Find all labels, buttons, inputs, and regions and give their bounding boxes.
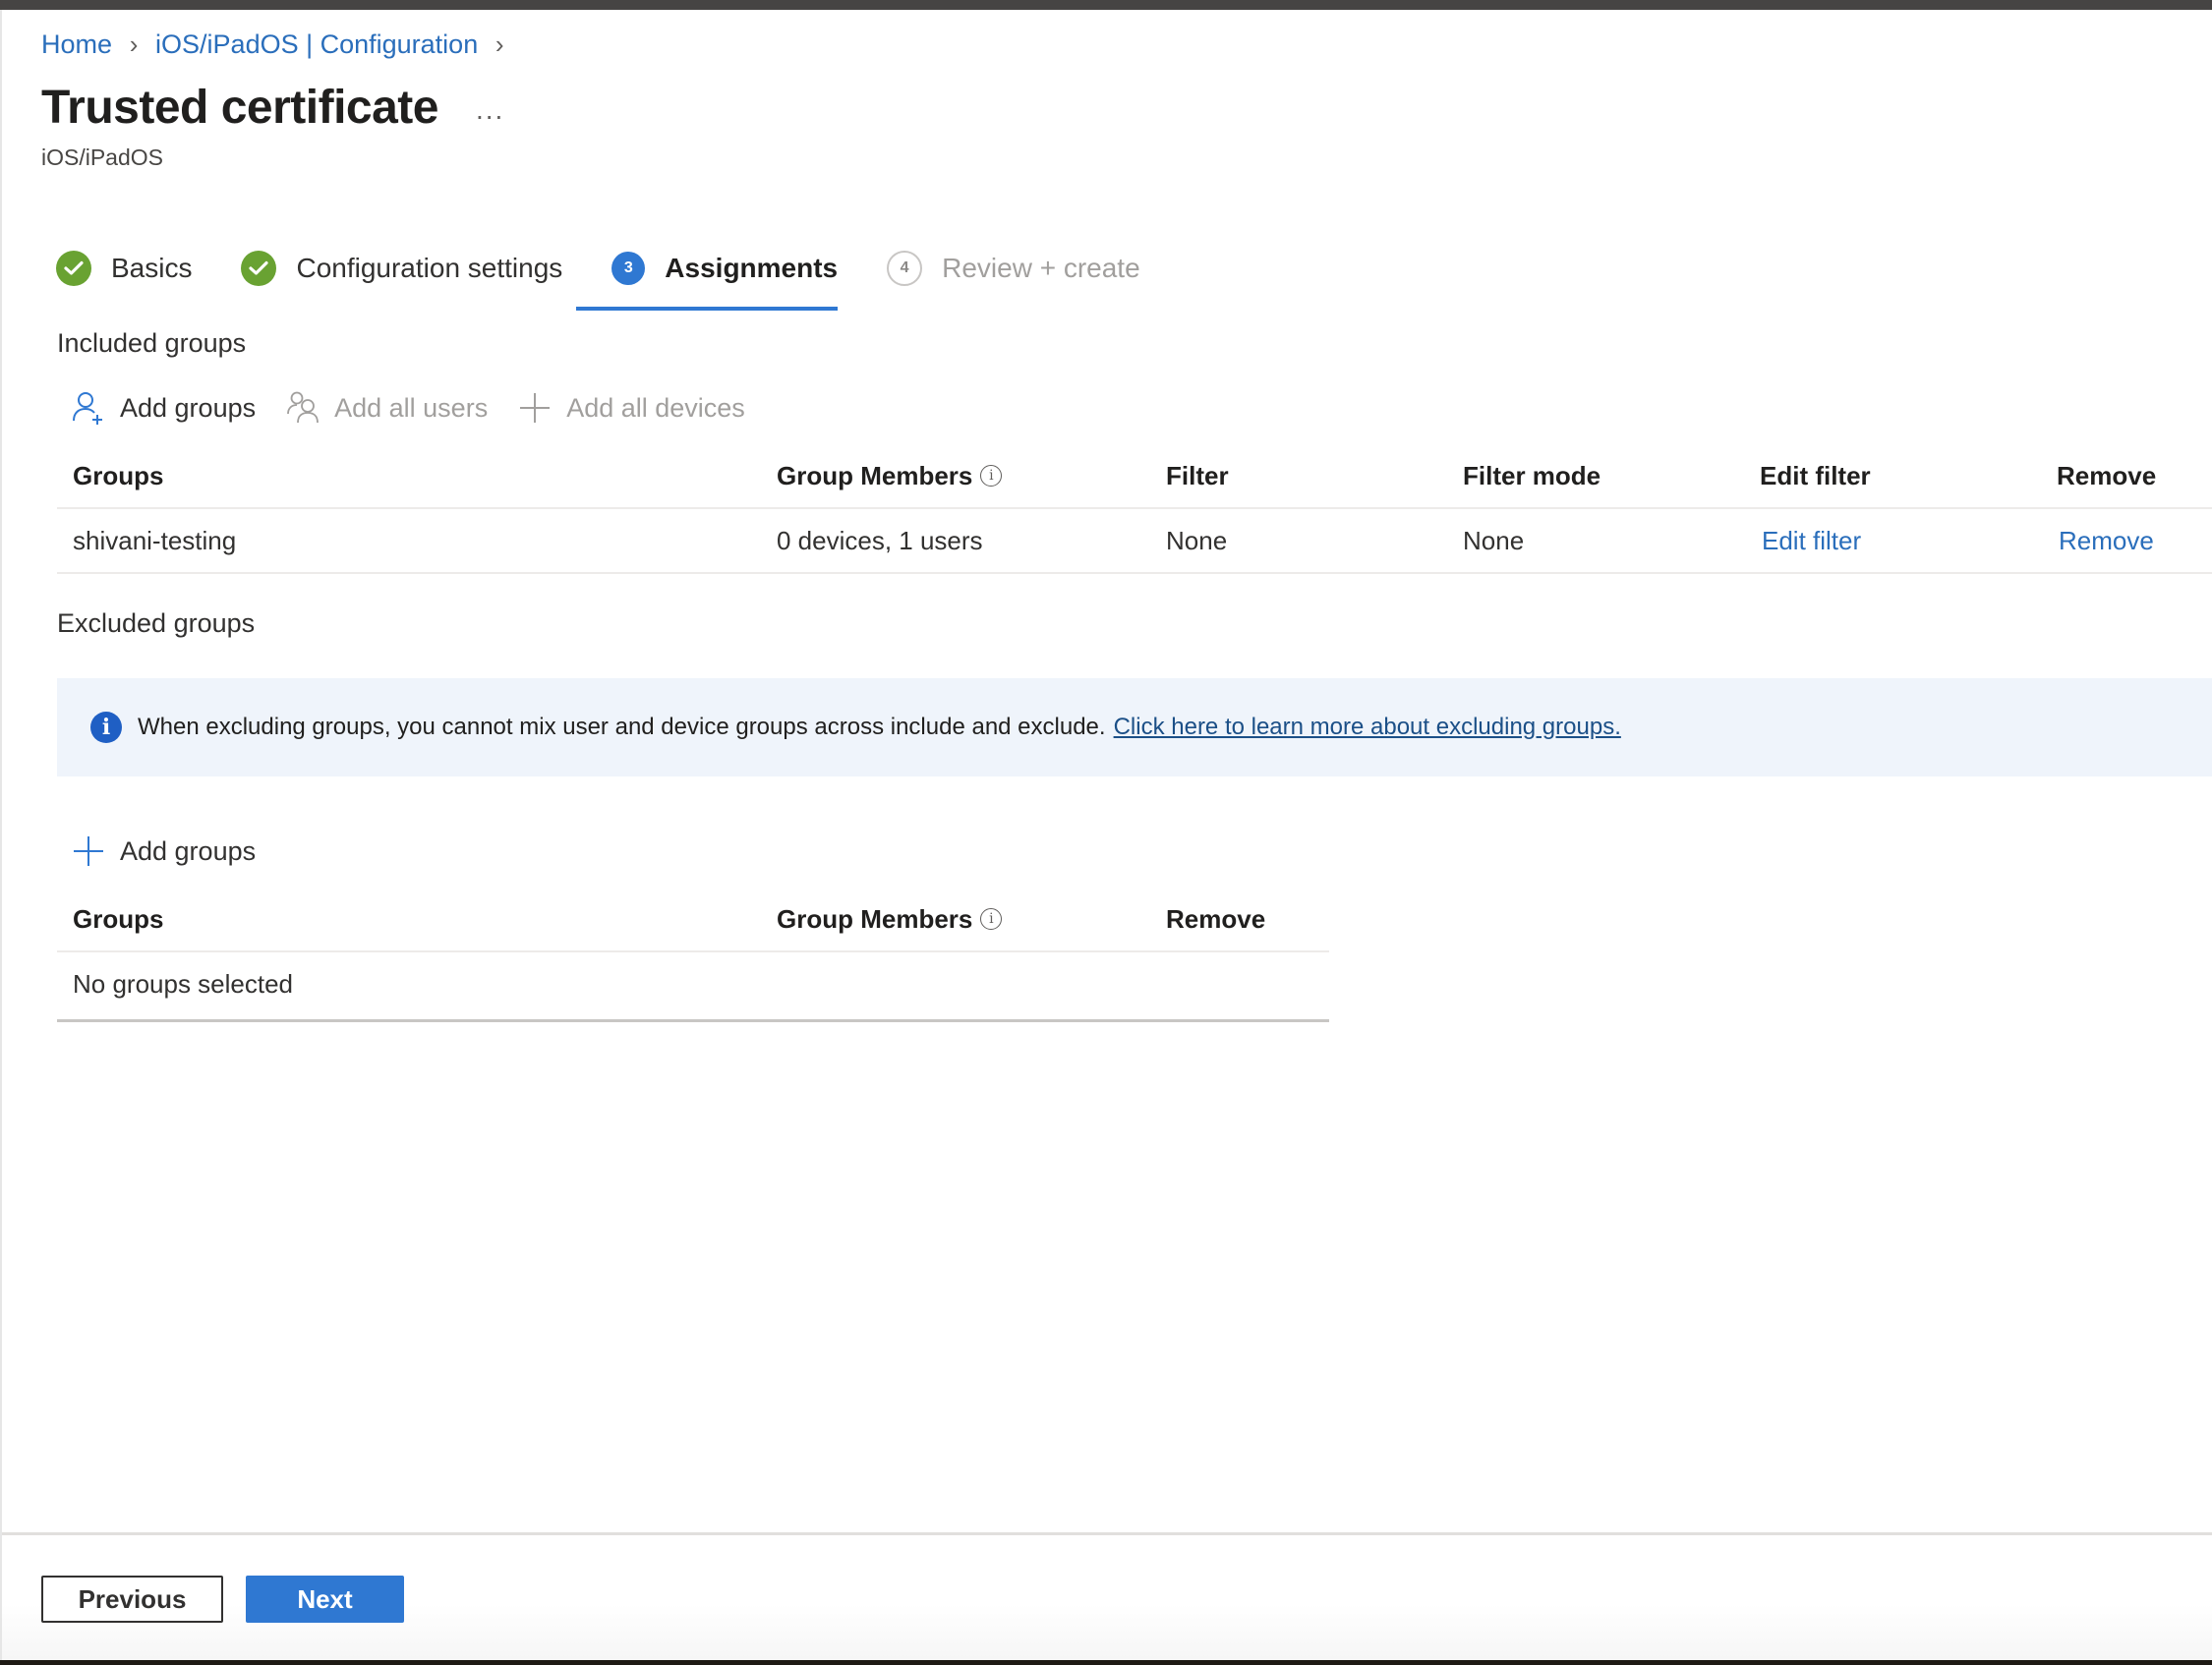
info-icon: i — [90, 712, 122, 743]
included-toolbar: Add groups Add all users Add all devices — [71, 387, 775, 429]
column-header-remove: Remove — [1166, 903, 1266, 934]
step-review-create[interactable]: 4 Review + create — [887, 246, 1140, 291]
add-excluded-groups-button[interactable]: Add groups — [71, 833, 256, 869]
step-configuration-settings[interactable]: Configuration settings — [241, 246, 562, 291]
group-members: 0 devices, 1 users — [777, 525, 983, 555]
step-assignments[interactable]: 3 Assignments — [576, 246, 839, 311]
next-button[interactable]: Next — [246, 1576, 404, 1623]
banner-text: When excluding groups, you cannot mix us… — [138, 714, 1621, 741]
edit-filter-cell: Edit filter — [1762, 509, 1861, 572]
step-label: Assignments — [665, 253, 839, 283]
checkmark-icon — [56, 251, 91, 286]
edit-filter-link[interactable]: Edit filter — [1762, 526, 1861, 556]
add-groups-label: Add groups — [120, 835, 257, 866]
column-header-groups: Groups — [73, 903, 164, 934]
step-label: Configuration settings — [296, 253, 563, 283]
info-banner: i When excluding groups, you cannot mix … — [57, 678, 2212, 776]
add-all-devices-button[interactable]: Add all devices — [517, 390, 745, 426]
add-all-users-label: Add all users — [334, 392, 489, 423]
banner-message: When excluding groups, you cannot mix us… — [138, 714, 1106, 740]
column-header-group-members: Group Members i — [777, 888, 1003, 950]
excluded-groups-heading: Excluded groups — [57, 608, 256, 638]
add-groups-label: Add groups — [120, 392, 257, 423]
info-icon[interactable]: i — [980, 908, 1003, 930]
excluded-toolbar: Add groups — [71, 831, 285, 872]
ellipsis-icon: ... — [476, 94, 505, 125]
remove-cell: Remove — [2059, 509, 2154, 572]
learn-more-excluding-groups-link[interactable]: Click here to learn more about excluding… — [1114, 714, 1621, 740]
step-basics[interactable]: Basics — [56, 246, 192, 291]
table-row-empty: No groups selected — [57, 952, 1329, 1022]
add-user-icon — [71, 390, 106, 426]
breadcrumb: Home › iOS/iPadOS | Configuration › — [41, 29, 507, 60]
empty-state-text: No groups selected — [73, 968, 294, 999]
more-options-button[interactable]: ... — [476, 94, 504, 126]
column-header-label: Group Members — [777, 460, 973, 490]
page-subtitle: iOS/iPadOS — [41, 144, 163, 170]
info-icon[interactable]: i — [980, 465, 1003, 487]
plus-icon — [71, 833, 106, 869]
left-border — [0, 10, 2, 1661]
step-number-icon: 3 — [611, 252, 646, 285]
add-groups-button[interactable]: Add groups — [71, 390, 256, 426]
chevron-right-icon: › — [495, 29, 504, 59]
step-label: Review + create — [942, 253, 1140, 283]
chevron-right-icon: › — [129, 29, 139, 59]
add-all-devices-label: Add all devices — [566, 392, 745, 423]
filter-value: None — [1166, 525, 1228, 555]
table-header-row: Groups Group Members i Remove — [57, 888, 1329, 952]
add-all-users-button[interactable]: Add all users — [285, 390, 488, 426]
column-header-filter-mode: Filter mode — [1463, 460, 1601, 490]
group-name: shivani-testing — [73, 525, 237, 555]
column-header-filter: Filter — [1166, 460, 1229, 490]
plus-icon — [517, 390, 553, 426]
step-label: Basics — [111, 253, 193, 283]
step-number-icon: 4 — [887, 251, 923, 286]
breadcrumb-ios-configuration[interactable]: iOS/iPadOS | Configuration — [155, 29, 478, 60]
column-header-edit-filter: Edit filter — [1760, 460, 1871, 490]
wizard-stepper: Basics Configuration settings 3 Assignme… — [56, 246, 1190, 311]
users-icon — [285, 390, 320, 426]
remove-link[interactable]: Remove — [2059, 526, 2154, 556]
column-header-groups: Groups — [73, 460, 164, 490]
breadcrumb-home[interactable]: Home — [41, 29, 112, 60]
table-row: shivani-testing 0 devices, 1 users None … — [57, 509, 2212, 574]
bottom-edge — [0, 1660, 2212, 1665]
excluded-groups-table: Groups Group Members i Remove No groups … — [57, 888, 1329, 1022]
included-groups-table: Groups Group Members i Filter Filter mod… — [57, 444, 2212, 574]
window-top-bar — [0, 0, 2212, 10]
column-header-remove: Remove — [2057, 460, 2157, 490]
page-title: Trusted certificate — [41, 82, 438, 134]
column-header-group-members: Group Members i — [777, 444, 1003, 507]
table-header-row: Groups Group Members i Filter Filter mod… — [57, 444, 2212, 509]
column-header-label: Group Members — [777, 903, 973, 934]
checkmark-icon — [241, 251, 277, 286]
filter-mode-value: None — [1463, 525, 1525, 555]
included-groups-heading: Included groups — [57, 328, 247, 358]
previous-button[interactable]: Previous — [41, 1576, 223, 1623]
